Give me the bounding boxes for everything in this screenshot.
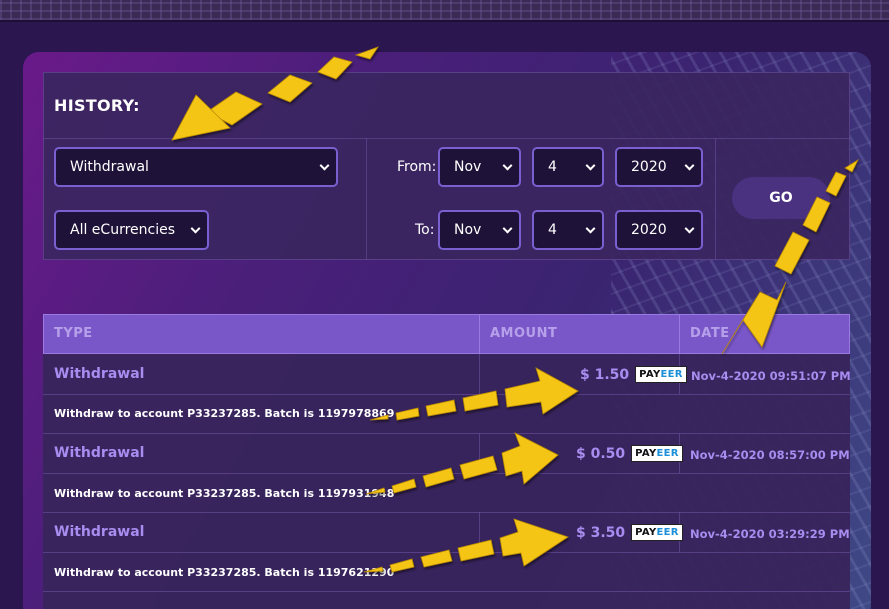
amount-value: $ 0.50 <box>576 445 626 462</box>
chevron-down-icon <box>684 160 695 171</box>
from-year-value: 2020 <box>631 159 667 175</box>
row-description: Withdraw to account P33237285. Batch is … <box>54 487 395 500</box>
divider <box>479 354 480 394</box>
payeer-logo-part: EER <box>656 527 679 538</box>
divider <box>715 138 716 260</box>
row-description: Withdraw to account P33237285. Batch is … <box>54 566 395 579</box>
divider <box>479 433 480 473</box>
payeer-logo-part: PAY <box>635 448 657 459</box>
row-divider <box>43 591 850 592</box>
chevron-down-icon <box>190 223 201 234</box>
to-month-select[interactable]: Nov <box>438 210 521 250</box>
row-amount: $ 3.50 PAYEER <box>576 524 683 541</box>
row-divider <box>43 433 850 434</box>
chevron-down-icon <box>585 223 596 234</box>
row-date: Nov-4-2020 03:29:29 PM <box>690 527 850 541</box>
go-button[interactable]: GO <box>732 177 830 219</box>
row-divider <box>43 394 850 395</box>
payeer-logo-icon: PAYEER <box>635 366 687 383</box>
to-year-select[interactable]: 2020 <box>615 210 703 250</box>
column-header-amount: AMOUNT <box>490 326 558 341</box>
row-divider <box>43 552 850 553</box>
to-year-value: 2020 <box>631 222 667 238</box>
to-day-value: 4 <box>548 222 557 238</box>
row-divider <box>43 512 850 513</box>
from-month-value: Nov <box>454 159 482 175</box>
to-month-value: Nov <box>454 222 482 238</box>
row-type: Withdrawal <box>54 445 145 461</box>
chevron-down-icon <box>319 160 330 171</box>
column-header-type: TYPE <box>54 326 93 341</box>
row-date: Nov-4-2020 08:57:00 PM <box>690 448 850 462</box>
currency-select[interactable]: All eCurrencies <box>54 210 209 250</box>
row-type: Withdrawal <box>54 524 145 540</box>
chevron-down-icon <box>585 160 596 171</box>
chevron-down-icon <box>502 160 513 171</box>
from-day-value: 4 <box>548 159 557 175</box>
from-month-select[interactable]: Nov <box>438 147 521 187</box>
amount-value: $ 1.50 <box>580 366 630 383</box>
divider <box>479 314 480 354</box>
to-label: To: <box>415 222 435 238</box>
divider <box>43 138 850 139</box>
row-description: Withdraw to account P33237285. Batch is … <box>54 407 395 420</box>
row-type: Withdrawal <box>54 366 145 382</box>
row-amount: $ 0.50 PAYEER <box>576 445 683 462</box>
amount-value: $ 3.50 <box>576 524 626 541</box>
divider <box>366 138 367 260</box>
payeer-logo-part: EER <box>656 448 679 459</box>
type-select-value: Withdrawal <box>70 159 149 175</box>
divider <box>479 512 480 552</box>
payeer-logo-icon: PAYEER <box>631 524 683 541</box>
payeer-logo-part: PAY <box>639 369 661 380</box>
chevron-down-icon <box>684 223 695 234</box>
payeer-logo-icon: PAYEER <box>631 445 683 462</box>
type-select[interactable]: Withdrawal <box>54 147 338 187</box>
payeer-logo-part: PAY <box>635 527 657 538</box>
from-label: From: <box>397 159 437 175</box>
top-decorative-band <box>0 0 889 22</box>
row-amount: $ 1.50 PAYEER <box>580 366 687 383</box>
from-year-select[interactable]: 2020 <box>615 147 703 187</box>
page-title: HISTORY: <box>54 96 140 115</box>
currency-select-value: All eCurrencies <box>70 222 176 238</box>
divider <box>679 314 680 354</box>
row-divider <box>43 473 850 474</box>
row-date: Nov-4-2020 09:51:07 PM <box>691 369 851 383</box>
to-day-select[interactable]: 4 <box>532 210 604 250</box>
column-header-date: DATE <box>690 326 730 341</box>
from-day-select[interactable]: 4 <box>532 147 604 187</box>
chevron-down-icon <box>502 223 513 234</box>
payeer-logo-part: EER <box>660 369 683 380</box>
